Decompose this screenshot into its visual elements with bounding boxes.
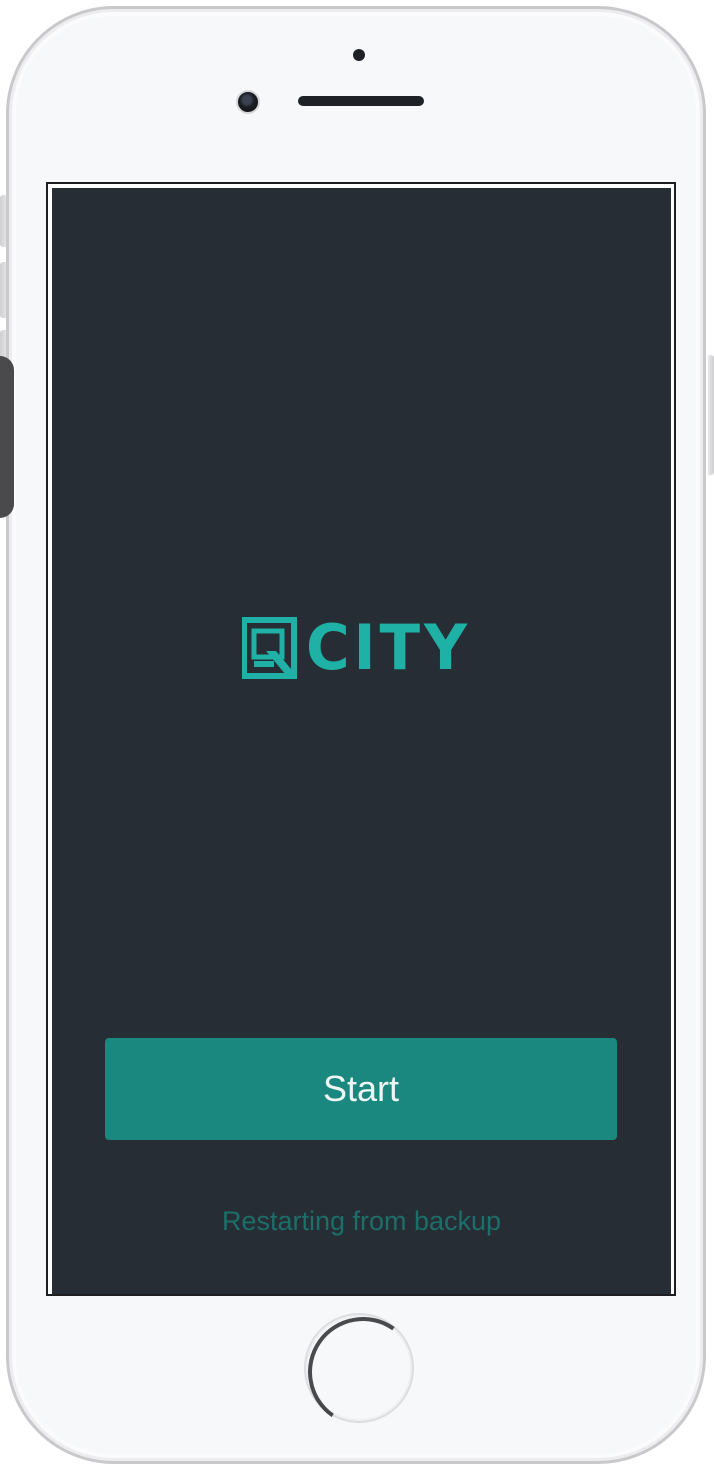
restore-from-backup-link[interactable]: Restarting from backup	[52, 1206, 671, 1237]
device-mockup: CITY Start Restarting from backup	[0, 0, 714, 1471]
earpiece-speaker	[298, 96, 424, 106]
proximity-sensor-icon	[353, 49, 365, 61]
logo-mark-icon	[242, 617, 297, 679]
app-screen: CITY Start Restarting from backup	[52, 188, 671, 1294]
front-camera-icon	[236, 90, 260, 114]
power-button	[708, 355, 714, 475]
start-button[interactable]: Start	[105, 1038, 617, 1140]
side-handle[interactable]	[0, 356, 14, 518]
app-logo: CITY	[242, 616, 482, 680]
logo-wordmark: CITY	[306, 611, 471, 684]
home-button-icon[interactable]	[304, 1313, 414, 1423]
